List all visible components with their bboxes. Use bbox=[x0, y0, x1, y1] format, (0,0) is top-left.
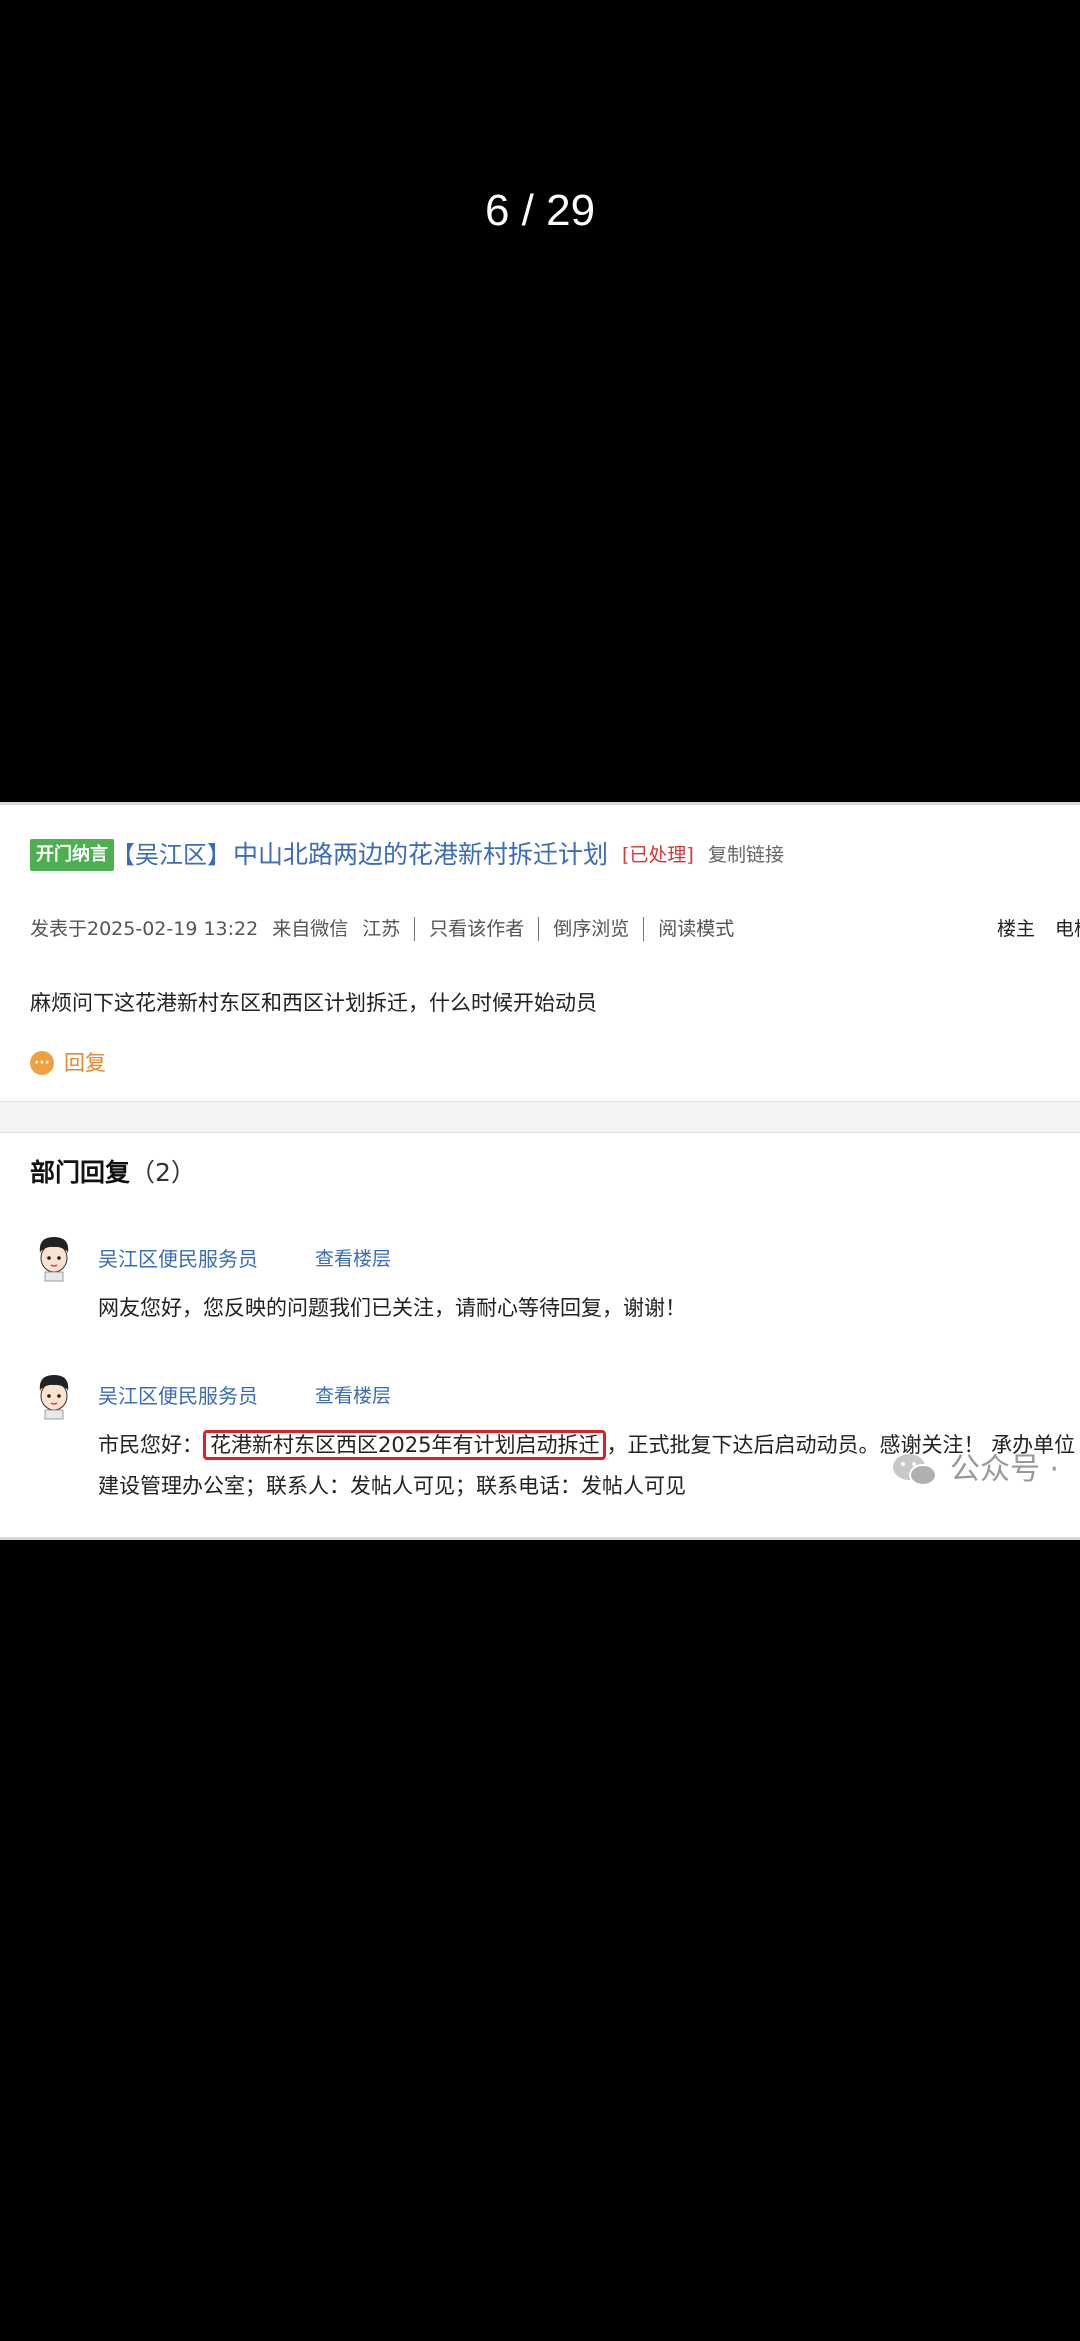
department-heading-text: 部门回复 bbox=[30, 1158, 131, 1187]
avatar-icon bbox=[39, 1375, 69, 1420]
reply-text: 网友您好，您反映的问题我们已关注，请耐心等待回复，谢谢！ bbox=[98, 1296, 686, 1320]
meta-divider bbox=[414, 917, 416, 941]
section-divider bbox=[0, 1101, 1080, 1133]
category-tag: 开门纳言 bbox=[30, 839, 114, 871]
view-floor-link[interactable]: 查看楼层 bbox=[315, 1378, 391, 1414]
screenshot-panel: 开门纳言 【吴江区】 中山北路两边的花港新村拆迁计划 [已处理] 复制链接 发表… bbox=[0, 802, 1080, 1540]
reply-label: 回复 bbox=[64, 1051, 106, 1075]
posted-time: 发表于2025-02-19 13:22 bbox=[30, 918, 259, 940]
view-floor-link[interactable]: 查看楼层 bbox=[315, 1241, 391, 1277]
meta-divider bbox=[538, 917, 540, 941]
post-region: 江苏 bbox=[362, 918, 401, 940]
comment-bubble-icon: ··· bbox=[30, 1051, 54, 1075]
copy-link-button[interactable]: 复制链接 bbox=[708, 839, 784, 871]
district-label[interactable]: 【吴江区】 bbox=[111, 835, 231, 875]
reply-author[interactable]: 吴江区便民服务员 bbox=[98, 1241, 258, 1277]
reply-author[interactable]: 吴江区便民服务员 bbox=[98, 1378, 258, 1414]
post-source: 来自微信 bbox=[272, 918, 349, 940]
wechat-icon bbox=[893, 1454, 937, 1486]
owner-label: 楼主 bbox=[997, 918, 1036, 940]
reverse-order-link[interactable]: 倒序浏览 bbox=[553, 913, 629, 945]
reply-text-line2: 建设管理办公室；联系人：发帖人可见；联系电话：发帖人可见 bbox=[98, 1474, 686, 1498]
reply-prefix: 市民您好： bbox=[98, 1433, 203, 1457]
watermark-text: 公众号 · bbox=[950, 1452, 1060, 1487]
meta-divider bbox=[643, 917, 645, 941]
highlighted-text: 花港新村东区西区2025年有计划启动拆迁 bbox=[203, 1430, 607, 1460]
post-meta: 发表于2025-02-19 13:22 来自微信 江苏 只看该作者 倒序浏览 阅… bbox=[30, 913, 734, 945]
post-body: 麻烦问下这花港新村东区和西区计划拆迁，什么时候开始动员 bbox=[30, 991, 597, 1015]
status-badge: [已处理] bbox=[622, 844, 694, 866]
watermark: 公众号 · bbox=[890, 1450, 1059, 1490]
post-title[interactable]: 中山北路两边的花港新村拆迁计划 bbox=[233, 835, 608, 875]
only-author-link[interactable]: 只看该作者 bbox=[429, 913, 524, 945]
reply-count: （2） bbox=[130, 1158, 196, 1187]
elevator-link[interactable]: 电梯 bbox=[1055, 913, 1080, 945]
reply-button[interactable]: ··· 回复 bbox=[30, 1045, 106, 1081]
image-counter: 6 / 29 bbox=[484, 186, 596, 235]
read-mode-link[interactable]: 阅读模式 bbox=[658, 913, 734, 945]
avatar-icon bbox=[39, 1237, 69, 1282]
department-replies-heading: 部门回复（2） bbox=[30, 1153, 196, 1193]
